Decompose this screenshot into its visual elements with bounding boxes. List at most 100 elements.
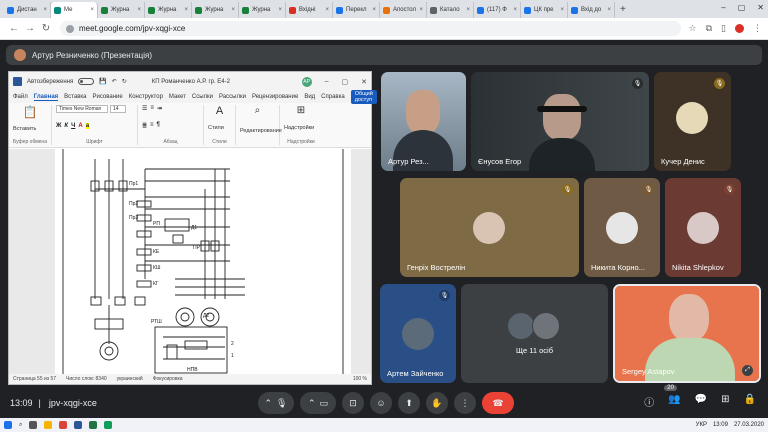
- people-icon[interactable]: 👥 20: [664, 385, 681, 409]
- keyboard-lang[interactable]: УКР: [696, 422, 707, 428]
- close-icon[interactable]: ✕: [757, 3, 764, 12]
- browser-tab[interactable]: Вхідні ×: [286, 2, 333, 18]
- present-button[interactable]: ⬆: [398, 392, 420, 414]
- new-tab-icon[interactable]: +: [620, 4, 626, 15]
- profile-avatar[interactable]: [735, 24, 744, 33]
- maximize-icon[interactable]: ▢: [738, 3, 746, 12]
- align-center-icon[interactable]: ≡: [150, 122, 154, 129]
- ribbon-tab[interactable]: Вид: [304, 94, 315, 100]
- word-taskbar-icon[interactable]: [74, 421, 83, 429]
- tab-close-icon[interactable]: ×: [231, 7, 235, 13]
- tab-close-icon[interactable]: ×: [372, 7, 376, 13]
- tab-close-icon[interactable]: ×: [466, 7, 470, 13]
- status-zoom[interactable]: 100 %: [353, 376, 367, 382]
- addins-icon[interactable]: ⊞: [284, 105, 318, 116]
- search-icon[interactable]: ⌕: [240, 105, 275, 116]
- participant-tile-2[interactable]: 🎙 Єнусов Егор: [471, 72, 649, 171]
- chevron-up-icon[interactable]: ⌃: [265, 398, 273, 409]
- more-participants-tile[interactable]: Ще 11 осіб: [461, 284, 608, 383]
- browser-tab[interactable]: ЦК пре ×: [521, 2, 568, 18]
- ribbon-tab[interactable]: Файл: [13, 94, 28, 100]
- captions-button[interactable]: ⊡: [342, 392, 364, 414]
- tray-clock[interactable]: 13:09: [713, 422, 728, 428]
- explorer-icon[interactable]: [44, 421, 53, 429]
- redo-icon[interactable]: ↻: [122, 78, 127, 85]
- editing-label[interactable]: Редактирование: [240, 128, 282, 134]
- word-minimize-icon[interactable]: –: [325, 78, 329, 85]
- back-icon[interactable]: ←: [6, 23, 22, 34]
- status-focus[interactable]: Фокусировка: [153, 376, 183, 382]
- browser-tab[interactable]: Перекл ×: [333, 2, 380, 18]
- ribbon-tab[interactable]: Конструктор: [129, 94, 163, 100]
- participant-tile-speaker[interactable]: ⤢ Sergey Astapov: [613, 284, 761, 383]
- camera-icon[interactable]: ▭: [320, 398, 329, 409]
- addins-label[interactable]: Надстройки: [284, 125, 318, 131]
- share-button[interactable]: Общий доступ: [350, 90, 377, 104]
- mic-control[interactable]: ⌃ 🎙: [258, 392, 294, 414]
- ribbon-tab[interactable]: Рассылки: [219, 94, 246, 100]
- browser-tab[interactable]: Журна ×: [145, 2, 192, 18]
- tab-close-icon[interactable]: ×: [560, 7, 564, 13]
- underline-button[interactable]: Ч: [71, 123, 75, 129]
- bullets-icon[interactable]: ☰: [142, 105, 147, 112]
- participant-tile-6[interactable]: 🎙 Nikita Shlepkov: [665, 178, 741, 277]
- camera-control[interactable]: ⌃ ▭: [300, 392, 336, 414]
- browser-tab[interactable]: Журна ×: [239, 2, 286, 18]
- ribbon-tab[interactable]: Рисование: [92, 94, 122, 100]
- browser-tab[interactable]: Вхід до ×: [568, 2, 615, 18]
- browser-tab[interactable]: Журна ×: [98, 2, 145, 18]
- tab-close-icon[interactable]: ×: [607, 7, 611, 13]
- chat-icon[interactable]: 💬: [695, 394, 707, 409]
- tab-close-icon[interactable]: ×: [419, 7, 423, 13]
- font-size-select[interactable]: 14: [109, 105, 126, 113]
- participant-tile-3[interactable]: 🎙 Кучер Денис: [654, 72, 731, 171]
- more-options-button[interactable]: ⋮: [454, 392, 476, 414]
- pilcrow-icon[interactable]: ¶: [157, 122, 160, 129]
- activities-icon[interactable]: ⊞: [721, 394, 729, 409]
- highlight-button[interactable]: a: [85, 123, 90, 129]
- browser-tab[interactable]: Апостол ×: [380, 2, 427, 18]
- pin-icon[interactable]: ⤢: [742, 365, 753, 376]
- participant-tile-5[interactable]: 🎙 Никита Корно...: [584, 178, 660, 277]
- browser-tab[interactable]: Катало ×: [427, 2, 474, 18]
- ribbon-tab[interactable]: Рецензирование: [252, 94, 298, 100]
- chrome-icon[interactable]: [59, 421, 68, 429]
- participant-tile-4[interactable]: 🎙 Генріх Вострелін: [400, 178, 579, 277]
- ribbon-tab[interactable]: Справка: [321, 94, 345, 100]
- search-taskbar-icon[interactable]: ⌕: [19, 422, 22, 429]
- sidepanel-icon[interactable]: ▯: [721, 23, 726, 34]
- undo-icon[interactable]: ↶: [112, 78, 117, 85]
- italic-button[interactable]: К: [64, 123, 68, 129]
- tray-date[interactable]: 27.03.2020: [734, 422, 764, 428]
- ribbon-tab[interactable]: Макет: [169, 94, 186, 100]
- info-icon[interactable]: ⓘ: [644, 394, 654, 409]
- participant-tile-1[interactable]: Артур Рез...: [381, 72, 466, 171]
- tab-close-icon[interactable]: ×: [278, 7, 282, 13]
- paste-label[interactable]: Вставить: [13, 126, 47, 132]
- browser-tab[interactable]: Дистан ×: [4, 2, 51, 18]
- menu-dots-icon[interactable]: ⋮: [753, 23, 762, 34]
- chevron-up-icon[interactable]: ⌃: [308, 398, 316, 409]
- raise-hand-button[interactable]: ✋: [426, 392, 448, 414]
- save-icon[interactable]: 💾: [99, 78, 106, 85]
- tab-close-icon[interactable]: ×: [325, 7, 329, 13]
- indent-icon[interactable]: ⇥: [157, 105, 162, 112]
- extensions-icon[interactable]: ⧉: [706, 23, 712, 34]
- tab-close-icon[interactable]: ×: [90, 7, 94, 13]
- word-maximize-icon[interactable]: ▢: [342, 78, 349, 86]
- tab-close-icon[interactable]: ×: [43, 7, 47, 13]
- paste-icon[interactable]: 📋: [13, 105, 47, 119]
- host-controls-icon[interactable]: 🔒: [744, 394, 756, 409]
- site-info-icon[interactable]: [66, 24, 74, 33]
- start-icon[interactable]: [4, 421, 12, 429]
- browser-tab[interactable]: Ме ×: [51, 2, 98, 18]
- taskview-icon[interactable]: [29, 421, 38, 429]
- tab-close-icon[interactable]: ×: [184, 7, 188, 13]
- address-bar[interactable]: meet.google.com/jpv-xqgi-xce: [60, 21, 681, 36]
- styles-label[interactable]: Стили: [208, 125, 231, 131]
- font-color-button[interactable]: A: [78, 123, 82, 129]
- browser-tab[interactable]: Журна ×: [192, 2, 239, 18]
- bold-button[interactable]: Ж: [56, 123, 61, 129]
- document-canvas[interactable]: Пр1 Пр2 Пр3 РП КЕ Д1 ПР КШ КГ РТШ Д2 2 1 НПВ: [9, 149, 371, 375]
- bookmark-star-icon[interactable]: ☆: [689, 23, 697, 34]
